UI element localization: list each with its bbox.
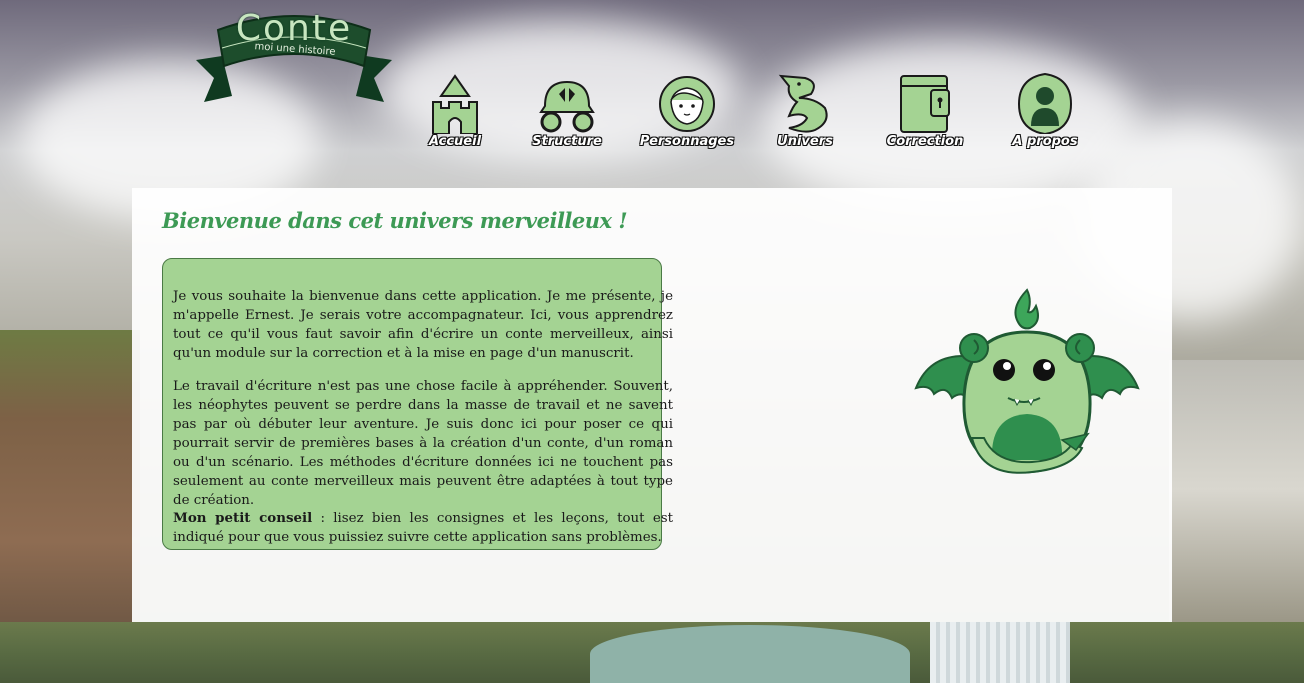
nav-item-structure[interactable]: Structure <box>512 68 622 160</box>
nav-item-accueil[interactable]: Accueil <box>400 68 510 160</box>
intro-paragraph: Je vous souhaite la bienvenue dans cette… <box>173 289 673 361</box>
nav-item-a-propos[interactable]: A propos <box>990 68 1100 160</box>
nav-label-accueil: Accueil <box>428 134 482 149</box>
nav-label-a-propos: A propos <box>1012 134 1078 149</box>
welcome-panel: Bienvenue dans cet univers merveilleux !… <box>132 188 1172 622</box>
nav-label-univers: Univers <box>777 134 833 149</box>
site-logo[interactable]: Conte moi une histoire <box>192 8 396 106</box>
main-navigation: Accueil Structure Personnages Univers Co… <box>400 68 1100 160</box>
dragon-mascot-icon <box>914 288 1140 474</box>
dragon-icon <box>778 74 828 133</box>
silhouette-icon <box>1017 72 1073 134</box>
castle-icon <box>432 74 478 134</box>
nav-label-personnages: Personnages <box>639 134 735 149</box>
nav-item-personnages[interactable]: Personnages <box>632 68 742 160</box>
locked-book-icon <box>900 75 950 133</box>
tip-label: Mon petit conseil <box>173 510 313 526</box>
nav-item-univers[interactable]: Univers <box>750 68 860 160</box>
nav-label-structure: Structure <box>532 134 602 149</box>
nav-item-correction[interactable]: Correction <box>870 68 980 160</box>
welcome-text-box: Je vous souhaite la bienvenue dans cette… <box>162 258 673 550</box>
tip-paragraph: Mon petit conseil : lisez bien les consi… <box>173 509 673 547</box>
princess-face-icon <box>659 76 715 132</box>
carriage-icon <box>539 80 595 133</box>
page-title: Bienvenue dans cet univers merveilleux ! <box>162 208 628 233</box>
nav-label-correction: Correction <box>886 134 964 149</box>
writing-paragraph: Le travail d'écriture n'est pas une chos… <box>173 379 673 508</box>
